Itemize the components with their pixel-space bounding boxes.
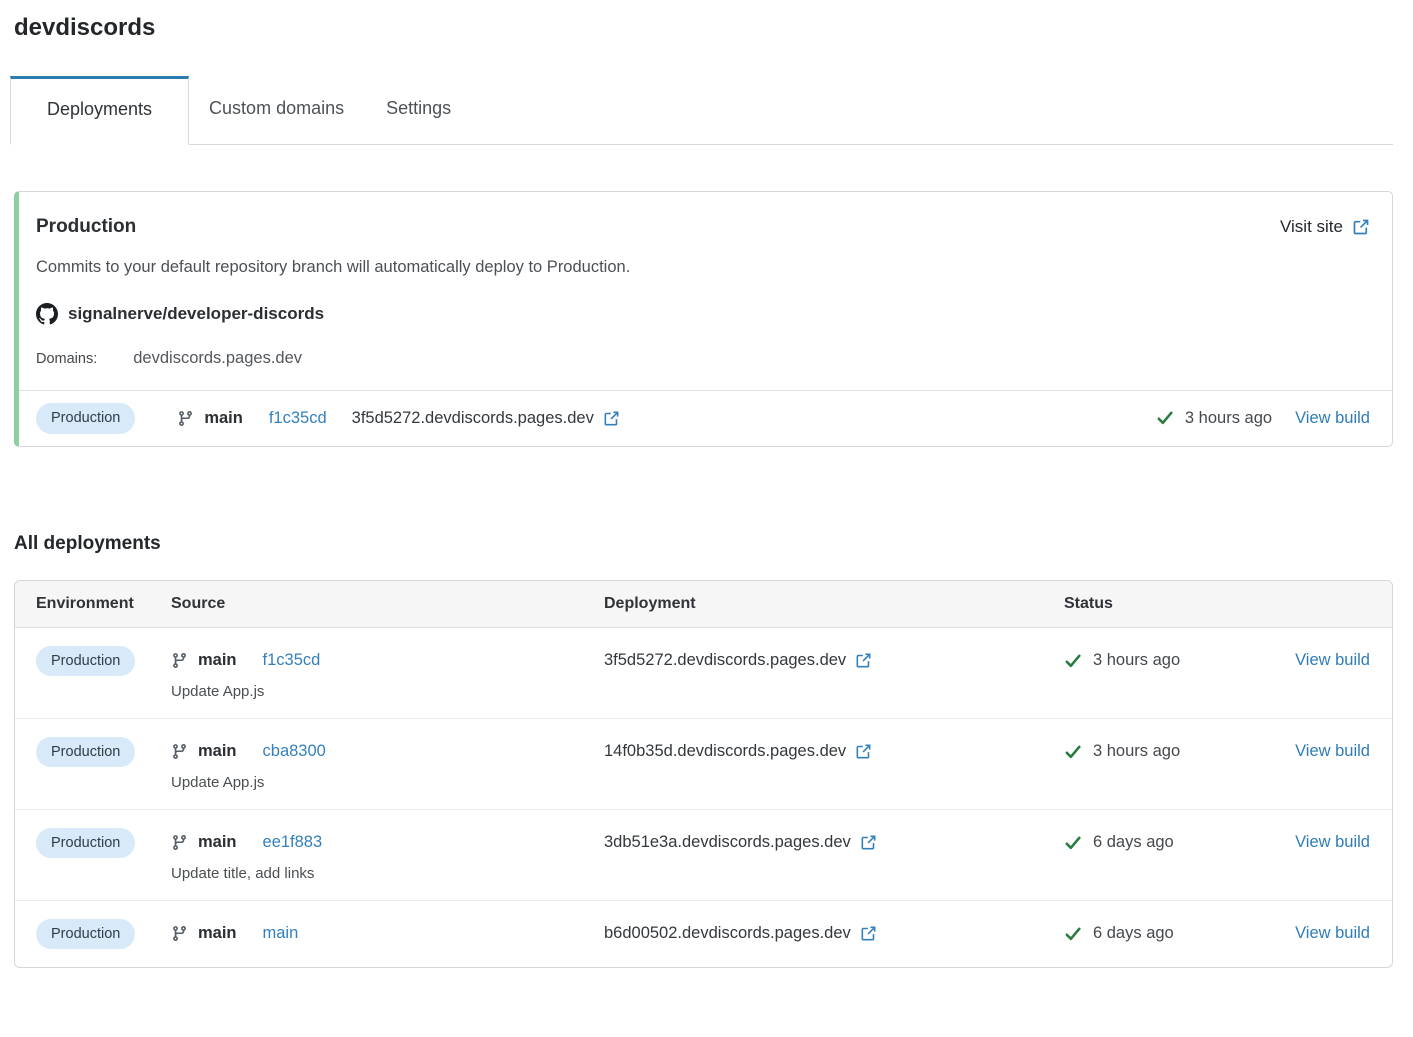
commit-link[interactable]: ee1f883	[263, 833, 323, 852]
git-branch-icon	[171, 652, 188, 669]
domains-label: Domains:	[36, 351, 97, 367]
table-row: Production main cba8300 Update App.js 14…	[15, 719, 1392, 810]
environment-badge: Production	[36, 828, 135, 859]
production-card: Production Visit site Commits to your de…	[14, 191, 1393, 447]
visit-site-label: Visit site	[1280, 217, 1343, 237]
deployment-url: 3f5d5272.devdiscords.pages.dev	[352, 409, 594, 428]
external-link-icon[interactable]	[603, 410, 620, 427]
external-link-icon[interactable]	[855, 652, 872, 669]
table-row: Production main ee1f883 Update title, ad…	[15, 810, 1392, 901]
deployment-url: 3f5d5272.devdiscords.pages.dev	[604, 651, 846, 670]
page-title: devdiscords	[14, 14, 1393, 42]
deployment-url: b6d00502.devdiscords.pages.dev	[604, 924, 851, 943]
view-build-link[interactable]: View build	[1295, 828, 1370, 858]
column-header-deployment: Deployment	[604, 595, 1064, 613]
environment-badge: Production	[36, 403, 135, 434]
external-link-icon[interactable]	[860, 834, 877, 851]
status-time: 3 hours ago	[1093, 651, 1180, 670]
production-deployment-row: Production main f1c35cd 3f5d5272.devdisc…	[19, 390, 1392, 446]
view-build-link[interactable]: View build	[1295, 646, 1370, 676]
deployment-url: 3db51e3a.devdiscords.pages.dev	[604, 833, 851, 852]
branch-name: main	[198, 833, 237, 852]
branch-name: main	[198, 651, 237, 670]
production-card-title: Production	[36, 216, 136, 238]
repo-link[interactable]: signalnerve/developer-discords	[36, 303, 1370, 325]
commit-link[interactable]: main	[263, 924, 299, 943]
all-deployments-heading: All deployments	[14, 533, 1393, 555]
external-link-icon	[1352, 218, 1370, 236]
view-build-link[interactable]: View build	[1295, 409, 1370, 428]
tab-deployments[interactable]: Deployments	[10, 76, 189, 145]
deployments-table: Environment Source Deployment Status Pro…	[14, 580, 1393, 969]
domains-row: Domains: devdiscords.pages.dev	[36, 349, 1370, 368]
view-build-link[interactable]: View build	[1295, 919, 1370, 949]
status-success-icon	[1064, 834, 1082, 852]
environment-badge: Production	[36, 919, 135, 950]
commit-link[interactable]: cba8300	[263, 742, 326, 761]
domains-value: devdiscords.pages.dev	[133, 349, 302, 368]
repo-name: signalnerve/developer-discords	[68, 304, 324, 324]
status-success-icon	[1064, 925, 1082, 943]
status-success-icon	[1156, 409, 1174, 427]
commit-message: Update App.js	[171, 774, 604, 791]
column-header-source: Source	[171, 595, 604, 613]
git-branch-icon	[171, 743, 188, 760]
deployment-url: 14f0b35d.devdiscords.pages.dev	[604, 742, 846, 761]
branch-name: main	[204, 409, 243, 428]
status-time: 3 hours ago	[1185, 409, 1272, 428]
status-time: 6 days ago	[1093, 833, 1174, 852]
git-branch-icon	[171, 834, 188, 851]
status-success-icon	[1064, 743, 1082, 761]
git-branch-icon	[177, 410, 194, 427]
table-header-row: Environment Source Deployment Status	[15, 581, 1392, 628]
git-branch-icon	[171, 925, 188, 942]
external-link-icon[interactable]	[860, 925, 877, 942]
table-row: Production main f1c35cd Update App.js 3f…	[15, 628, 1392, 719]
external-link-icon[interactable]	[855, 743, 872, 760]
column-header-status: Status	[1064, 595, 1370, 613]
table-row: Production main main b6d00502.devdiscord…	[15, 901, 1392, 968]
environment-badge: Production	[36, 737, 135, 768]
environment-badge: Production	[36, 646, 135, 677]
tab-settings[interactable]: Settings	[386, 76, 451, 144]
pages-project-page: devdiscords Deployments Custom domains S…	[0, 0, 1413, 968]
commit-link[interactable]: f1c35cd	[269, 409, 327, 428]
visit-site-link[interactable]: Visit site	[1280, 217, 1370, 237]
tab-bar: Deployments Custom domains Settings	[10, 76, 1393, 145]
status-time: 6 days ago	[1093, 924, 1174, 943]
commit-link[interactable]: f1c35cd	[263, 651, 321, 670]
production-description: Commits to your default repository branc…	[36, 258, 1370, 277]
branch-name: main	[198, 924, 237, 943]
github-icon	[36, 303, 58, 325]
status-time: 3 hours ago	[1093, 742, 1180, 761]
tab-custom-domains[interactable]: Custom domains	[209, 76, 344, 144]
commit-message: Update App.js	[171, 683, 604, 700]
status-success-icon	[1064, 652, 1082, 670]
branch-name: main	[198, 742, 237, 761]
column-header-environment: Environment	[36, 595, 171, 613]
commit-message: Update title, add links	[171, 865, 604, 882]
view-build-link[interactable]: View build	[1295, 737, 1370, 767]
